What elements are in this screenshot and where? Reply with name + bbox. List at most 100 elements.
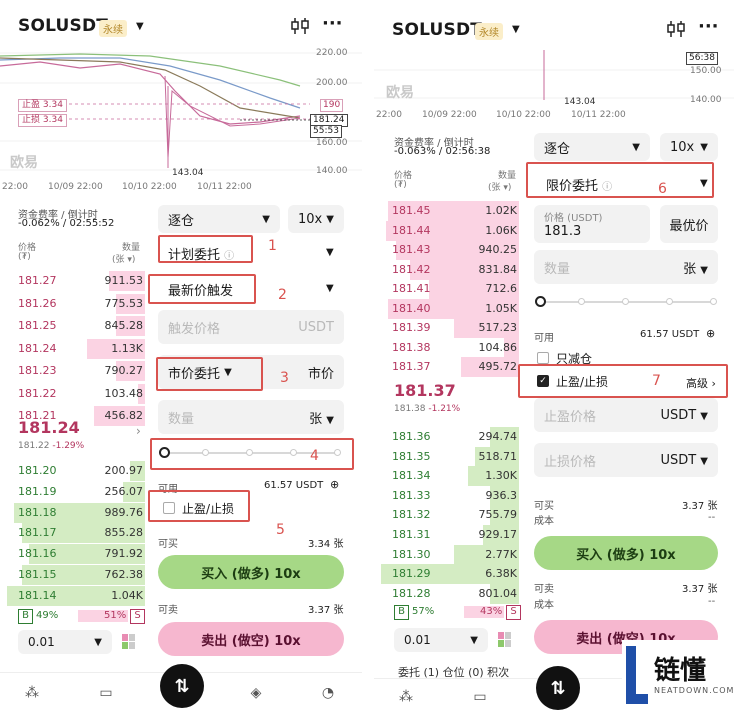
row-quantity: 989.76: [104, 505, 144, 519]
row-quantity: 936.3: [485, 488, 518, 502]
ask-row[interactable]: 181.37 495.72: [374, 356, 519, 378]
trade-switch-button[interactable]: ⇅: [160, 664, 204, 708]
okx-watermark: 欧易: [10, 155, 38, 171]
symbol-title[interactable]: SOLUSDT: [392, 20, 482, 40]
highlight-box-7: [518, 364, 728, 398]
margin-mode-select[interactable]: 逐仓 ▼: [534, 133, 650, 161]
leverage-select[interactable]: 10x ▼: [288, 205, 344, 233]
row-price: 181.31: [392, 528, 431, 541]
low-price-label: 143.04: [564, 97, 596, 107]
buy-long-button[interactable]: 买入 (做多) 10x: [534, 536, 718, 570]
bid-row[interactable]: 181.16 791.92: [0, 543, 145, 565]
bid-row[interactable]: 181.20 200.97: [0, 460, 145, 482]
tick-size-select[interactable]: 0.01 ▼: [18, 630, 112, 654]
buy-sell-ratio: B 57% 43% S: [394, 604, 521, 620]
row-quantity: 517.23: [478, 321, 518, 334]
row-price: 181.42: [392, 262, 431, 276]
best-price-button[interactable]: 最优价: [660, 205, 718, 243]
transfer-icon[interactable]: ⊕: [330, 478, 339, 491]
row-price: 181.24: [18, 341, 57, 355]
transfer-icon[interactable]: ⊕: [706, 327, 715, 340]
mark-price: 181.38: [394, 404, 426, 414]
ask-row[interactable]: 181.27 911.53: [0, 270, 145, 292]
ask-row[interactable]: 181.23 790.27: [0, 360, 145, 382]
candlestick-icon[interactable]: [290, 17, 310, 35]
row-price: 181.28: [392, 586, 431, 600]
row-quantity: 755.79: [478, 508, 518, 522]
ask-row[interactable]: 181.24 1.13K: [0, 338, 145, 360]
leverage-select[interactable]: 10x ▼: [660, 133, 718, 161]
more-icon[interactable]: ···: [322, 13, 343, 34]
row-quantity: 801.04: [478, 586, 518, 600]
grid-icon[interactable]: ⁂: [398, 689, 414, 705]
chevron-down-icon[interactable]: ▼: [136, 21, 144, 32]
ask-row[interactable]: 181.22 103.48: [0, 383, 145, 405]
row-quantity: 1.02K: [485, 204, 517, 217]
row-price: 181.43: [392, 243, 431, 256]
available-balance: 61.57 USDT: [640, 329, 700, 340]
chevron-down-icon[interactable]: ▼: [326, 283, 334, 294]
symbol-title[interactable]: SOLUSDT: [18, 16, 108, 36]
margin-mode-select[interactable]: 逐仓 ▼: [158, 205, 280, 233]
tick-size-select[interactable]: 0.01 ▼: [394, 628, 488, 652]
left-screenshot: SOLUSDT 永续 ▼ ··· 220.00 200.00 190 181.2…: [0, 0, 362, 713]
row-price: 181.30: [392, 547, 431, 561]
funding-rate-value: -0.063% / 02:56:38: [394, 146, 491, 157]
bid-row[interactable]: 181.17 855.28: [0, 522, 145, 544]
bid-row[interactable]: 181.19 256.07: [0, 481, 145, 503]
tp-line-tag[interactable]: 止盈 3.34: [18, 99, 67, 112]
grid-icon[interactable]: ⁂: [24, 685, 40, 701]
buy-long-button[interactable]: 买入 (做多) 10x: [158, 555, 344, 589]
depth-view-icon[interactable]: [498, 632, 512, 648]
reduce-only-checkbox[interactable]: [537, 352, 549, 364]
row-price: 181.16: [18, 547, 57, 561]
highlight-box-3: [156, 357, 263, 391]
ask-row[interactable]: 181.25 845.28: [0, 315, 145, 337]
depth-view-icon[interactable]: [122, 634, 136, 650]
low-price-label: 143.04: [172, 168, 204, 178]
row-quantity: 940.25: [478, 243, 518, 256]
bid-row[interactable]: 181.28 801.04: [374, 583, 519, 605]
row-price: 181.37: [392, 360, 431, 373]
slider-handle[interactable]: [535, 296, 546, 307]
candlestick-icon[interactable]: [666, 20, 686, 38]
chart-icon[interactable]: ▭: [472, 689, 488, 705]
compass-icon[interactable]: ◈: [248, 685, 264, 701]
highlight-box-4: [150, 438, 354, 470]
quantity-input[interactable]: 数量 张 ▼: [158, 400, 344, 434]
ask-row[interactable]: 181.26 775.53: [0, 293, 145, 315]
row-quantity: 518.71: [478, 449, 518, 463]
right-screenshot: SOLUSDT 永续 ▼ ··· 56:38 150.00 140.00 143…: [374, 0, 734, 713]
price-chart[interactable]: [374, 50, 734, 110]
annotation-5: 5: [276, 522, 285, 538]
chevron-down-icon[interactable]: ▼: [326, 247, 334, 258]
row-quantity: 6.38K: [485, 567, 517, 581]
trade-switch-button[interactable]: ⇅: [536, 666, 580, 710]
row-quantity: 911.53: [104, 274, 144, 287]
row-price: 181.33: [392, 488, 431, 502]
chevron-right-icon[interactable]: ›: [136, 424, 141, 438]
mark-price: 181.22: [18, 441, 50, 451]
bid-row[interactable]: 181.14 1.04K: [0, 585, 145, 607]
more-icon[interactable]: ···: [698, 16, 719, 37]
sl-price-input[interactable]: 止损价格 USDT ▼: [534, 443, 718, 477]
bid-row[interactable]: 181.15 762.38: [0, 564, 145, 586]
bid-row[interactable]: 181.18 989.76: [0, 502, 145, 524]
trigger-price-input[interactable]: 触发价格 USDT: [158, 310, 344, 344]
funding-rate-value: -0.062% / 02:55:52: [18, 218, 115, 229]
limit-price-input[interactable]: 价格 (USDT) 181.3: [534, 205, 650, 243]
row-quantity: 762.38: [104, 568, 144, 581]
row-price: 181.38: [392, 340, 431, 354]
row-price: 181.26: [18, 296, 57, 310]
tp-price-input[interactable]: 止盈价格 USDT ▼: [534, 398, 718, 432]
sell-short-button[interactable]: 卖出 (做空) 10x: [158, 622, 344, 656]
row-price: 181.39: [392, 321, 431, 334]
sl-line-tag[interactable]: 止损 3.34: [18, 114, 67, 127]
chevron-down-icon[interactable]: ▼: [512, 24, 520, 35]
row-quantity: 1.05K: [485, 301, 517, 315]
row-price: 181.45: [392, 204, 431, 217]
chart-icon[interactable]: ▭: [98, 685, 114, 701]
pie-icon[interactable]: ◔: [320, 685, 336, 701]
row-price: 181.20: [18, 464, 57, 477]
quantity-input[interactable]: 数量 张 ▼: [534, 250, 718, 284]
